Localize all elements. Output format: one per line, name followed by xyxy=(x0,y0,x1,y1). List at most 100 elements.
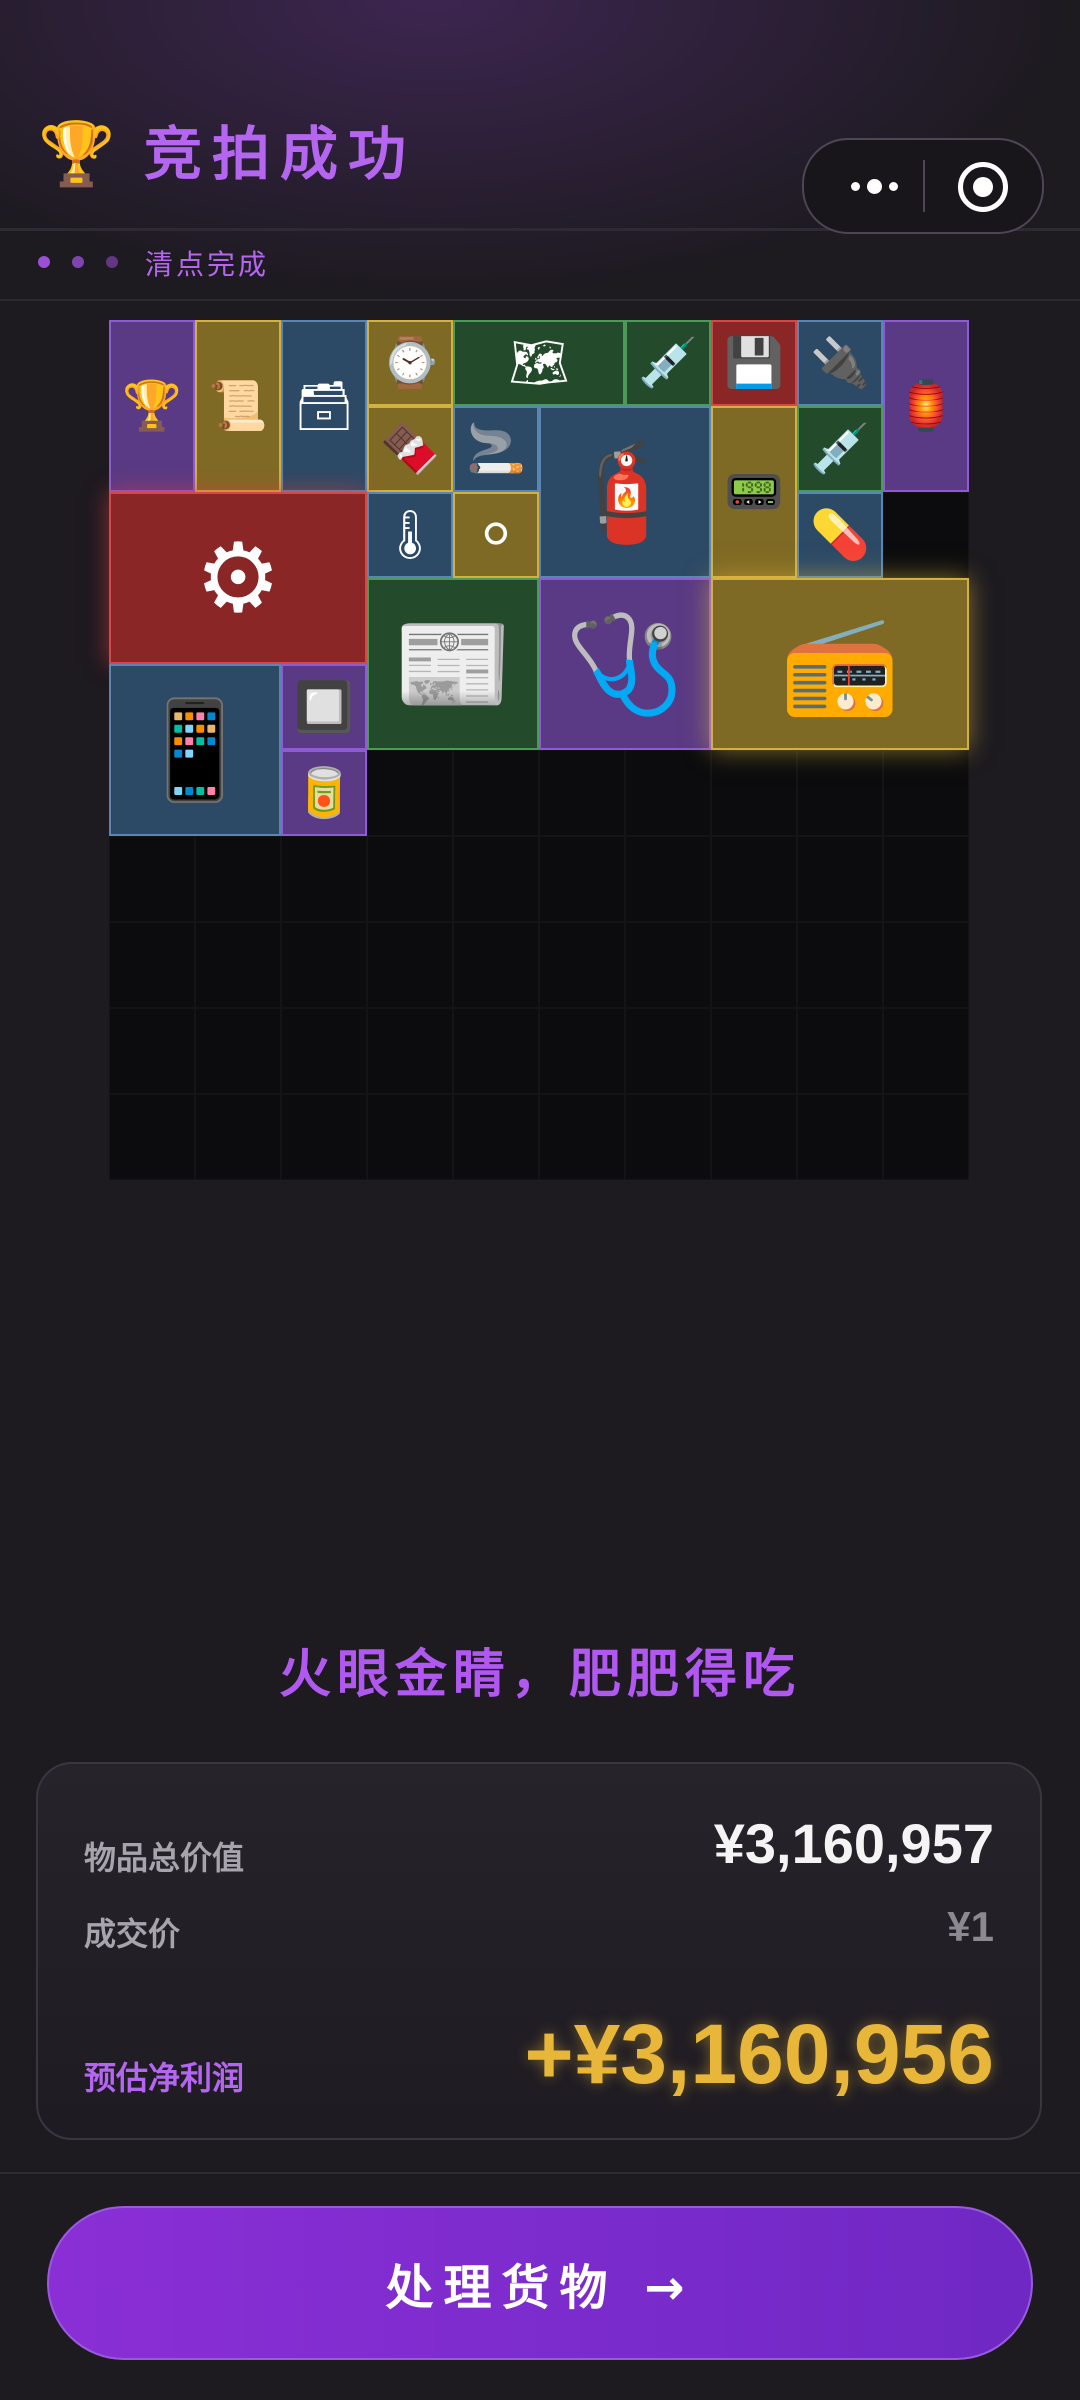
inventory-item[interactable]: 🔌 xyxy=(797,320,883,406)
inventory-item[interactable]: ⚙ xyxy=(109,492,367,664)
empty-slot xyxy=(281,836,367,922)
empty-slot xyxy=(195,922,281,1008)
inventory-item[interactable]: 💊 xyxy=(797,492,883,578)
inventory-item[interactable]: 📟 xyxy=(711,406,797,578)
inventory-item[interactable]: ⚪ xyxy=(453,492,539,578)
inventory-item[interactable]: 🗺 xyxy=(453,320,625,406)
empty-slot xyxy=(281,922,367,1008)
walkie-talkie-icon: 📟 xyxy=(724,464,784,520)
empty-slot xyxy=(367,922,453,1008)
drink-can-icon: 🥫 xyxy=(294,765,354,821)
total-value-label: 物品总价值 xyxy=(84,1839,245,1877)
syringe-icon: 💉 xyxy=(810,421,870,477)
inventory-item[interactable]: 🥫 xyxy=(281,750,367,836)
empty-slot xyxy=(539,922,625,1008)
status-text: 清点完成 xyxy=(145,248,270,281)
inventory-item[interactable]: 🩺 xyxy=(539,578,711,750)
syringe-icon: 💉 xyxy=(638,335,698,391)
blood-pressure-monitor-icon: 🩺 xyxy=(565,608,685,720)
empty-slot xyxy=(453,922,539,1008)
empty-slot xyxy=(883,1008,969,1094)
dot-icon xyxy=(38,256,50,268)
profit-value: +¥3,160,956 xyxy=(524,2007,994,2101)
empty-slot xyxy=(797,1008,883,1094)
usb-drive-icon: 💾 xyxy=(724,335,784,391)
empty-slot xyxy=(883,836,969,922)
empty-slot xyxy=(797,922,883,1008)
empty-slot xyxy=(883,1094,969,1180)
empty-slot xyxy=(625,1094,711,1180)
empty-slot xyxy=(367,1094,453,1180)
inventory-item[interactable]: 📜 xyxy=(195,320,281,492)
empty-slot xyxy=(711,836,797,922)
empty-slot xyxy=(453,750,539,836)
divider xyxy=(0,2172,1080,2174)
empty-slot xyxy=(711,1008,797,1094)
inventory-item[interactable]: 🗃 xyxy=(281,320,367,492)
process-goods-label: 处理货物 → xyxy=(385,2260,695,2316)
inventory-item[interactable]: 📱 xyxy=(109,664,281,836)
tablet-icon: 📱 xyxy=(135,694,255,806)
generator-icon: ⚙ xyxy=(194,522,282,634)
process-goods-button[interactable]: 处理货物 → xyxy=(47,2206,1033,2360)
summary-card: 物品总价值 ¥3,160,957 成交价 ¥1 预估净利润 +¥3,160,95… xyxy=(36,1762,1042,2140)
inventory-item[interactable]: 🔲 xyxy=(281,664,367,750)
empty-slot xyxy=(109,836,195,922)
inventory-item[interactable]: 🌡 xyxy=(367,492,453,578)
empty-slot xyxy=(281,1008,367,1094)
pocket-watch-icon: ⌚ xyxy=(380,335,440,391)
inventory-item[interactable]: 📻 xyxy=(711,578,969,750)
empty-slot xyxy=(797,836,883,922)
empty-slot xyxy=(367,1008,453,1094)
map-icon: 🗺 xyxy=(508,335,570,391)
empty-slot xyxy=(109,1094,195,1180)
inventory-item[interactable]: 🏆 xyxy=(109,320,195,492)
empty-slot xyxy=(883,492,969,578)
inventory-item[interactable]: 🍫 xyxy=(367,406,453,492)
inventory-item[interactable]: 📰 xyxy=(367,578,539,750)
empty-slot xyxy=(195,836,281,922)
header: 🏆 竞拍成功 xyxy=(0,0,1080,234)
inventory-item[interactable]: 🚬 xyxy=(453,406,539,492)
empty-slot xyxy=(883,750,969,836)
inventory-item[interactable]: ⌚ xyxy=(367,320,453,406)
gas-cylinder-icon: 🧯 xyxy=(565,436,685,548)
total-value: ¥3,160,957 xyxy=(713,1812,994,1875)
chocolate-icon: 🍫 xyxy=(380,421,440,477)
more-dots-icon[interactable] xyxy=(834,140,914,232)
dot-icon xyxy=(106,256,118,268)
empty-slot xyxy=(539,836,625,922)
thermometer-gun-icon: 🌡 xyxy=(379,507,441,563)
lantern-icon: 🏮 xyxy=(896,378,956,434)
dot-icon xyxy=(72,256,84,268)
empty-slot xyxy=(281,1094,367,1180)
empty-slot xyxy=(453,1094,539,1180)
empty-slot xyxy=(625,922,711,1008)
empty-slot xyxy=(711,1094,797,1180)
empty-slot xyxy=(367,750,453,836)
inventory-item[interactable]: 🧯 xyxy=(539,406,711,578)
empty-slot xyxy=(453,1008,539,1094)
inventory-item[interactable]: 💉 xyxy=(625,320,711,406)
empty-slot xyxy=(539,750,625,836)
inventory-item[interactable]: 💾 xyxy=(711,320,797,406)
empty-slot xyxy=(195,1094,281,1180)
radio-station-icon: 📻 xyxy=(780,608,900,720)
empty-slot xyxy=(539,1094,625,1180)
empty-slot xyxy=(883,922,969,1008)
target-circle-icon[interactable] xyxy=(958,162,1008,212)
empty-slot xyxy=(109,922,195,1008)
empty-slot xyxy=(109,1008,195,1094)
inventory-grid: 🏆 📜 🗃 ⌚ 🗺 💉 💾 🔌 🏮 🍫 🚬 🧯 📟 💉 ⚙ 🌡 ⚪ 💊 📰 🩺 📻 📱 🔲 🥫 xyxy=(109,320,969,1180)
empty-slot xyxy=(711,750,797,836)
filter-icon: ⚪ xyxy=(475,507,517,563)
ammo-box-icon: 🗃 xyxy=(293,378,355,434)
torch-trophy-icon: 🏆 xyxy=(122,378,182,434)
deal-price-label: 成交价 xyxy=(84,1915,181,1953)
inventory-item[interactable]: 💉 xyxy=(797,406,883,492)
status-bar: 清点完成 xyxy=(0,231,1080,301)
newspaper-icon: 📰 xyxy=(393,608,513,720)
inventory-item[interactable]: 🏮 xyxy=(883,320,969,492)
empty-slot xyxy=(797,750,883,836)
empty-slot xyxy=(711,922,797,1008)
